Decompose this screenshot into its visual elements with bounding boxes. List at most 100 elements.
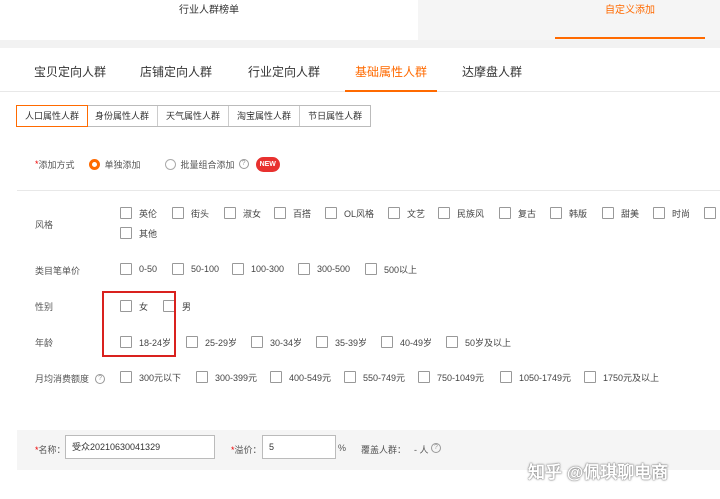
checkbox[interactable] [196,371,208,383]
checkbox[interactable] [653,207,665,219]
price-option-label: 300-500 [317,264,351,274]
style-option[interactable]: 英伦 [120,206,157,220]
age-option-label: 25-29岁 [205,337,238,348]
style-option[interactable]: 时尚 [653,206,690,220]
checkbox[interactable] [499,207,511,219]
checkbox[interactable] [418,371,430,383]
price-option[interactable]: 500以上 [365,262,417,276]
checkbox[interactable] [316,336,328,348]
tab-custom-add[interactable]: 自定义添加 [418,0,720,40]
tab-industry-audience[interactable]: 行业定向人群 [248,48,320,92]
subtab-taobao[interactable]: 淘宝属性人群 [229,106,301,126]
checkbox[interactable] [224,207,236,219]
checkbox[interactable] [232,263,244,275]
active-tab-underline [555,37,705,39]
style-option-label: 韩版 [569,208,588,219]
checkbox[interactable] [251,336,263,348]
spend-option-label: 400-549元 [289,372,332,383]
subtab-identity[interactable]: 身份属性人群 [87,106,159,126]
subtab-holiday[interactable]: 节日属性人群 [300,106,370,126]
price-option[interactable]: 50-100 [172,262,219,276]
tab-industry-ranking-label: 行业人群榜单 [179,5,239,16]
price-option[interactable]: 100-300 [232,262,284,276]
spend-option[interactable]: 550-749元 [344,370,405,384]
spend-option[interactable]: 400-549元 [270,370,331,384]
style-option[interactable]: 其他 [120,226,157,240]
checkbox[interactable] [172,207,184,219]
spend-option[interactable]: 300-399元 [196,370,257,384]
style-option[interactable]: 甜美 [602,206,639,220]
spend-option[interactable]: 300元以下 [120,370,181,384]
style-option[interactable]: OL风格 [325,206,374,220]
checkbox[interactable] [274,207,286,219]
tab-item-audience[interactable]: 宝贝定向人群 [34,48,106,92]
checkbox[interactable] [365,263,377,275]
style-option[interactable] [704,206,720,220]
style-option[interactable]: 淑女 [224,206,261,220]
gender-label: 性别 [35,302,54,312]
checkbox[interactable] [325,207,337,219]
spend-label-row: 月均消费额度 ? [35,372,106,385]
checkbox[interactable] [344,371,356,383]
age-option[interactable]: 35-39岁 [316,335,367,349]
style-option[interactable]: 街头 [172,206,209,220]
subtab-demographic[interactable]: 人口属性人群 [16,105,89,127]
checkbox[interactable] [120,207,132,219]
style-option[interactable]: 民族风 [438,206,484,220]
premium-input[interactable]: 5 [262,435,336,459]
checkbox[interactable] [270,371,282,383]
style-option-label: 甜美 [621,208,640,219]
checkbox[interactable] [120,263,132,275]
style-option[interactable]: 百搭 [274,206,311,220]
coverage-label: 覆盖人群： [361,445,407,455]
style-option[interactable]: 文艺 [388,206,425,220]
coverage-value: - 人 [414,445,429,455]
checkbox[interactable] [550,207,562,219]
spend-option[interactable]: 750-1049元 [418,370,484,384]
checkbox[interactable] [186,336,198,348]
checkbox[interactable] [446,336,458,348]
help-icon[interactable]: ? [431,443,441,453]
premium-label: 溢价： [234,445,262,455]
add-mode-row: * 添加方式 单独添加 批量组合添加 ? NEW [35,156,280,172]
age-option-label: 50岁及以上 [465,337,512,348]
help-icon[interactable]: ? [238,159,249,169]
price-option[interactable]: 0-50 [120,262,157,276]
tab-shop-audience[interactable]: 店铺定向人群 [140,48,212,92]
checkbox[interactable] [298,263,310,275]
radio-single-add[interactable] [88,158,100,170]
spend-option-label: 300-399元 [215,372,258,383]
checkbox[interactable] [438,207,450,219]
age-option[interactable]: 30-34岁 [251,335,302,349]
tab-industry-ranking[interactable]: 行业人群榜单 [0,0,418,40]
subtab-weather[interactable]: 天气属性人群 [158,106,230,126]
tab-damopan-audience[interactable]: 达摩盘人群 [462,48,522,92]
tab-basic-attribute-audience[interactable]: 基础属性人群 [344,48,438,92]
radio-batch-add[interactable] [164,158,176,170]
spend-option[interactable]: 1750元及以上 [584,370,659,384]
checkbox[interactable] [584,371,596,383]
checkbox[interactable] [120,227,132,239]
age-option[interactable]: 25-29岁 [186,335,237,349]
price-option-label: 50-100 [191,264,220,274]
spend-option[interactable]: 1050-1749元 [500,370,571,384]
section-divider [17,190,720,191]
age-option[interactable]: 50岁及以上 [446,335,511,349]
checkbox[interactable] [500,371,512,383]
checkbox[interactable] [704,207,716,219]
checkbox[interactable] [172,263,184,275]
price-option[interactable]: 300-500 [298,262,350,276]
checkbox[interactable] [388,207,400,219]
help-icon[interactable]: ? [95,373,106,384]
radio-single-add-label: 单独添加 [104,159,141,170]
checkbox[interactable] [120,371,132,383]
price-option-label: 100-300 [251,264,285,274]
age-option-label: 35-39岁 [335,337,368,348]
style-option[interactable]: 复古 [499,206,536,220]
checkbox[interactable] [602,207,614,219]
checkbox[interactable] [381,336,393,348]
age-option-label: 40-49岁 [400,337,433,348]
age-option[interactable]: 40-49岁 [381,335,432,349]
style-option[interactable]: 韩版 [550,206,587,220]
name-input[interactable]: 受众20210630041329 [65,435,215,459]
